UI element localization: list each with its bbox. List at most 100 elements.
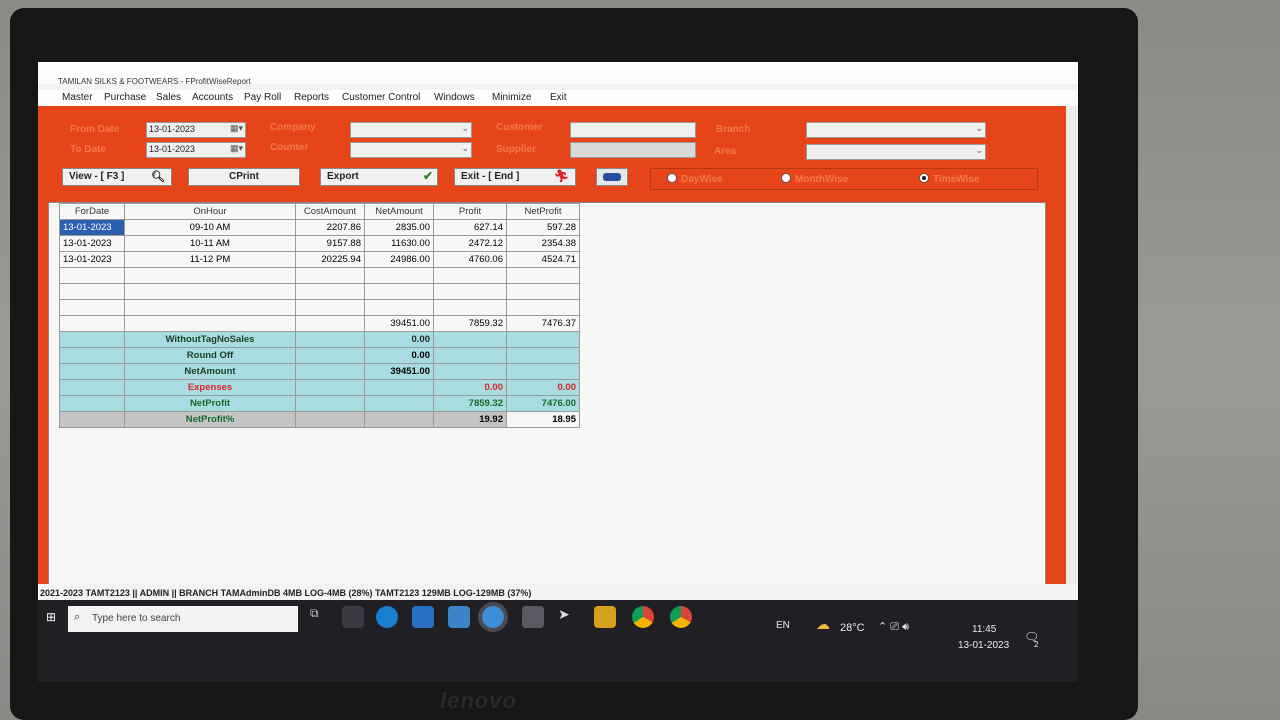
- mail-icon[interactable]: [412, 606, 434, 628]
- cell-netprofit[interactable]: 4524.71: [506, 251, 580, 268]
- cell-date[interactable]: 13-01-2023: [59, 251, 125, 268]
- menu-purchase[interactable]: Purchase: [104, 92, 146, 103]
- col-onhour[interactable]: OnHour: [124, 203, 296, 220]
- screen: TAMILAN SILKS & FOOTWEARS - FProfitWiseR…: [38, 62, 1078, 682]
- status-text: 2021-2023 TAMT2123 || ADMIN || BRANCH TA…: [40, 588, 532, 598]
- company-label: Company: [270, 122, 316, 133]
- company-select[interactable]: ⌄: [350, 122, 472, 138]
- exit-button[interactable]: Exit - [ End ] 🏃︎: [454, 168, 576, 186]
- menu-exit[interactable]: Exit: [550, 92, 567, 103]
- calculator-icon[interactable]: [522, 606, 544, 628]
- view-button[interactable]: View - [ F3 ] 🔍︎: [62, 168, 172, 186]
- cell-net[interactable]: 11630.00: [364, 235, 434, 252]
- cell-net[interactable]: 2835.00: [364, 219, 434, 236]
- menu-master[interactable]: Master: [62, 92, 93, 103]
- round-off-label: Round Off: [124, 347, 296, 364]
- menu-sales[interactable]: Sales: [156, 92, 181, 103]
- branch-select[interactable]: ⌄: [806, 122, 986, 138]
- cell-hour[interactable]: 11-12 PM: [124, 251, 296, 268]
- daywise-radio[interactable]: DayWise: [667, 173, 723, 185]
- weather-icon[interactable]: ☁: [816, 616, 830, 633]
- col-fordate[interactable]: ForDate: [59, 203, 125, 220]
- cell-profit[interactable]: 627.14: [433, 219, 507, 236]
- menu-windows[interactable]: Windows: [434, 92, 475, 103]
- total-netprofit: 7476.37: [506, 315, 580, 332]
- netprofit-profit-value: 7859.32: [433, 395, 507, 412]
- taskbar-search[interactable]: ⌕ Type here to search: [68, 606, 298, 632]
- cell-hour[interactable]: 10-11 AM: [124, 235, 296, 252]
- from-date-value: 13-01-2023: [149, 124, 196, 134]
- chevron-down-icon: ⌄: [461, 123, 469, 133]
- cell-net[interactable]: 24986.00: [364, 251, 434, 268]
- col-netprofit[interactable]: NetProfit: [506, 203, 580, 220]
- from-date-field[interactable]: 13-01-2023 ▦▾: [146, 122, 246, 138]
- radio-dot-selected: [919, 173, 929, 183]
- cell-hour[interactable]: 09-10 AM: [124, 219, 296, 236]
- temperature[interactable]: 28°C: [840, 622, 865, 634]
- chrome-icon[interactable]: [670, 606, 692, 628]
- language-indicator[interactable]: EN: [776, 620, 790, 631]
- to-date-label: To Date: [70, 144, 106, 155]
- customer-field[interactable]: [570, 122, 696, 138]
- menu-payroll[interactable]: Pay Roll: [244, 92, 281, 103]
- windows-start-icon[interactable]: ⊞: [46, 610, 56, 624]
- export-button[interactable]: Export ✔: [320, 168, 438, 186]
- arrow-app-icon[interactable]: ➤: [558, 606, 580, 628]
- file-explorer-icon[interactable]: [594, 606, 616, 628]
- round-off-value: 0.00: [364, 347, 434, 364]
- cell-date[interactable]: 13-01-2023: [59, 219, 125, 236]
- supplier-label: Supplier: [496, 144, 537, 155]
- printer-button[interactable]: [596, 168, 628, 186]
- chrome-icon[interactable]: [632, 606, 654, 628]
- cell-netprofit[interactable]: 597.28: [506, 219, 580, 236]
- export-icon: ✔: [422, 169, 433, 183]
- edge-icon[interactable]: [376, 606, 398, 628]
- cell-cost[interactable]: 20225.94: [295, 251, 365, 268]
- clock-date[interactable]: 13-01-2023: [958, 640, 1009, 651]
- task-view-icon[interactable]: ⧉: [310, 606, 332, 628]
- netamount-label: NetAmount: [124, 363, 296, 380]
- area-select[interactable]: ⌄: [806, 144, 986, 160]
- cell-profit[interactable]: 2472.12: [433, 235, 507, 252]
- col-costamount[interactable]: CostAmount: [295, 203, 365, 220]
- monthwise-label: MonthWise: [795, 174, 849, 185]
- to-date-value: 13-01-2023: [149, 144, 196, 154]
- without-tag-label: WithoutTagNoSales: [124, 331, 296, 348]
- calendar-icon[interactable]: ▦▾: [230, 123, 243, 134]
- clock-time[interactable]: 11:45: [972, 624, 996, 635]
- timewise-radio[interactable]: TimeWise: [919, 173, 979, 185]
- col-netamount[interactable]: NetAmount: [364, 203, 434, 220]
- monthwise-radio[interactable]: MonthWise: [781, 173, 848, 185]
- profit-report-table: ForDate OnHour CostAmount NetAmount Prof…: [59, 203, 580, 428]
- cell-cost[interactable]: 2207.86: [295, 219, 365, 236]
- cell-profit[interactable]: 4760.06: [433, 251, 507, 268]
- without-tag-value: 0.00: [364, 331, 434, 348]
- totals-row: 39451.00 7859.32 7476.37: [59, 315, 580, 332]
- window-title: TAMILAN SILKS & FOOTWEARS - FProfitWiseR…: [38, 62, 1078, 86]
- table-row[interactable]: 13-01-2023 09-10 AM 2207.86 2835.00 627.…: [59, 219, 580, 236]
- calendar-icon[interactable]: ▦▾: [230, 143, 243, 154]
- table-row[interactable]: 13-01-2023 11-12 PM 20225.94 24986.00 47…: [59, 251, 580, 268]
- cell-cost[interactable]: 9157.88: [295, 235, 365, 252]
- menu-minimize[interactable]: Minimize: [492, 92, 531, 103]
- menu-reports[interactable]: Reports: [294, 92, 329, 103]
- menu-accounts[interactable]: Accounts: [192, 92, 233, 103]
- col-profit[interactable]: Profit: [433, 203, 507, 220]
- search-icon: ⌕: [74, 611, 81, 623]
- cell-netprofit[interactable]: 2354.38: [506, 235, 580, 252]
- tray-icons[interactable]: ⌃ ⎚ 🔊︎: [878, 620, 909, 634]
- app-window-icon[interactable]: [448, 606, 470, 628]
- menu-customer-control[interactable]: Customer Control: [342, 92, 420, 103]
- chevron-down-icon: ⌄: [975, 123, 983, 133]
- active-app-icon[interactable]: [482, 606, 504, 628]
- to-date-field[interactable]: 13-01-2023 ▦▾: [146, 142, 246, 158]
- counter-select[interactable]: ⌄: [350, 142, 472, 158]
- printer-icon: [603, 173, 621, 181]
- table-row[interactable]: 13-01-2023 10-11 AM 9157.88 11630.00 247…: [59, 235, 580, 252]
- supplier-field[interactable]: [570, 142, 696, 158]
- store-icon[interactable]: [342, 606, 364, 628]
- expenses-net-value: 0.00: [506, 379, 580, 396]
- cprint-button[interactable]: CPrint: [188, 168, 300, 186]
- cell-date[interactable]: 13-01-2023: [59, 235, 125, 252]
- vertical-scrollbar[interactable]: [1066, 106, 1078, 646]
